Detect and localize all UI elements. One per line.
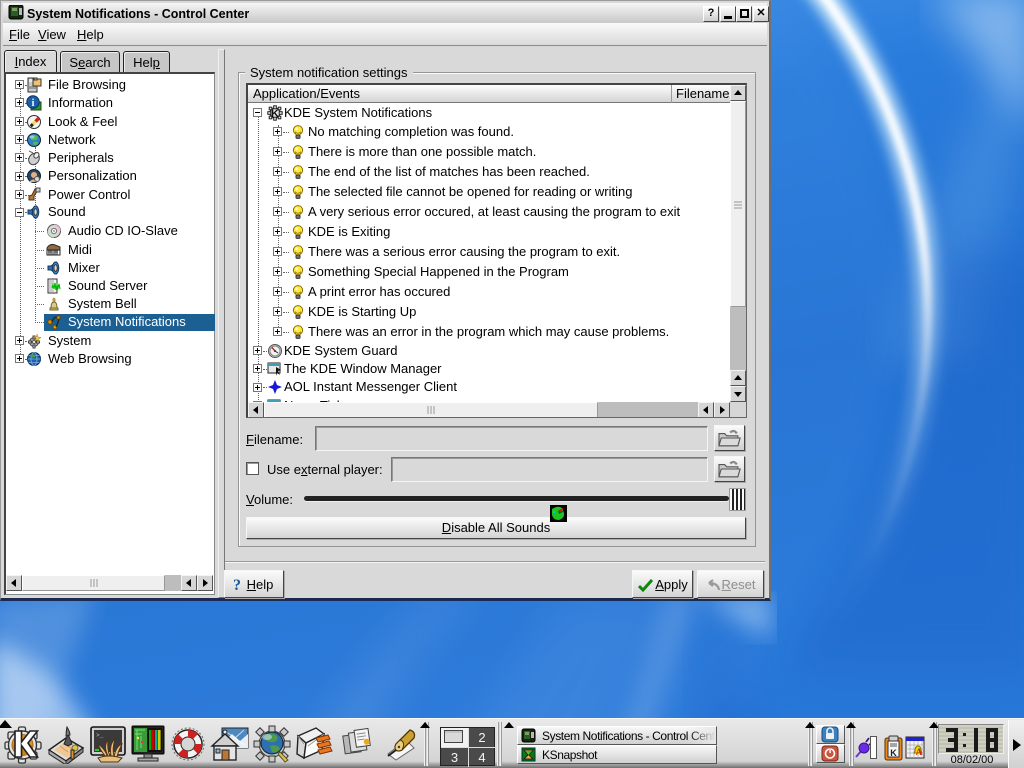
svg-text:?: ? xyxy=(233,577,241,592)
svg-text:>_: >_ xyxy=(96,732,104,739)
svg-text:A: A xyxy=(916,747,923,757)
svg-text:K: K xyxy=(890,748,897,758)
